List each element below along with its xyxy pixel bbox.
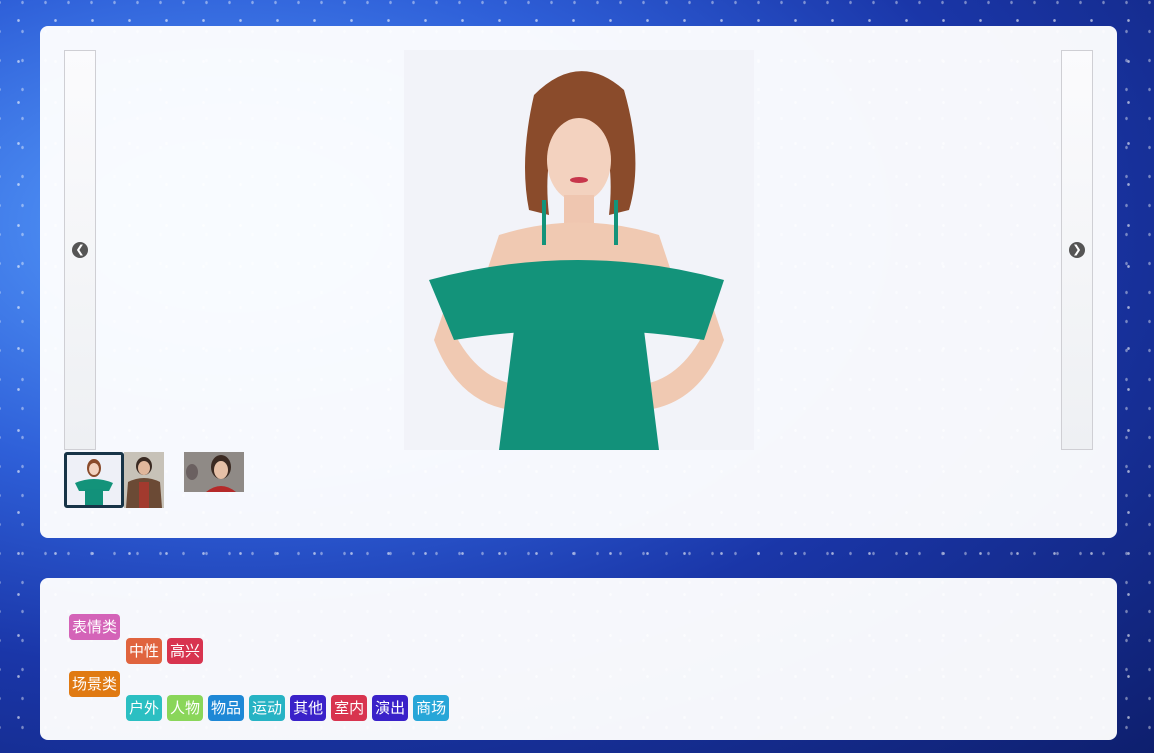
- thumbnail-1[interactable]: [64, 452, 124, 508]
- tag-item[interactable]: 室内: [331, 695, 368, 721]
- tag-group-label-scene[interactable]: 场景类: [69, 671, 121, 697]
- slideshow: ❮ ❯: [64, 50, 1093, 450]
- gallery-panel: ❮ ❯: [40, 26, 1117, 538]
- chevron-left-icon: ❮: [72, 242, 88, 258]
- tag-item[interactable]: 其他: [290, 695, 327, 721]
- tag-item[interactable]: 运动: [249, 695, 286, 721]
- main-photo: [404, 50, 754, 450]
- thumb-woman-green-dress-image: [67, 455, 121, 505]
- tag-row-scene: 户外 人物 物品 运动 其他 室内 演出 商场: [126, 695, 450, 721]
- thumbnail-3[interactable]: [184, 452, 244, 492]
- thumbnail-2[interactable]: [124, 452, 164, 508]
- tag-item[interactable]: 户外: [126, 695, 163, 721]
- tag-item[interactable]: 人物: [167, 695, 204, 721]
- prev-slide-button[interactable]: ❮: [64, 50, 96, 450]
- woman-green-dress-photo: [404, 50, 754, 450]
- tag-item[interactable]: 物品: [208, 695, 245, 721]
- thumb-girl-red-top-image: [184, 452, 244, 492]
- tag-group-label-expression[interactable]: 表情类: [69, 614, 121, 640]
- tag-item[interactable]: 中性: [126, 638, 163, 664]
- tags-panel: 表情类 中性 高兴 场景类 户外 人物 物品 运动 其他 室内 演出 商场: [40, 578, 1117, 740]
- thumb-woman-brown-coat-image: [124, 452, 164, 508]
- next-slide-button[interactable]: ❯: [1061, 50, 1093, 450]
- chevron-right-icon: ❯: [1069, 242, 1085, 258]
- tag-item[interactable]: 演出: [372, 695, 409, 721]
- tag-item[interactable]: 高兴: [167, 638, 204, 664]
- tag-item[interactable]: 商场: [413, 695, 450, 721]
- tag-row-expression: 中性 高兴: [126, 638, 204, 664]
